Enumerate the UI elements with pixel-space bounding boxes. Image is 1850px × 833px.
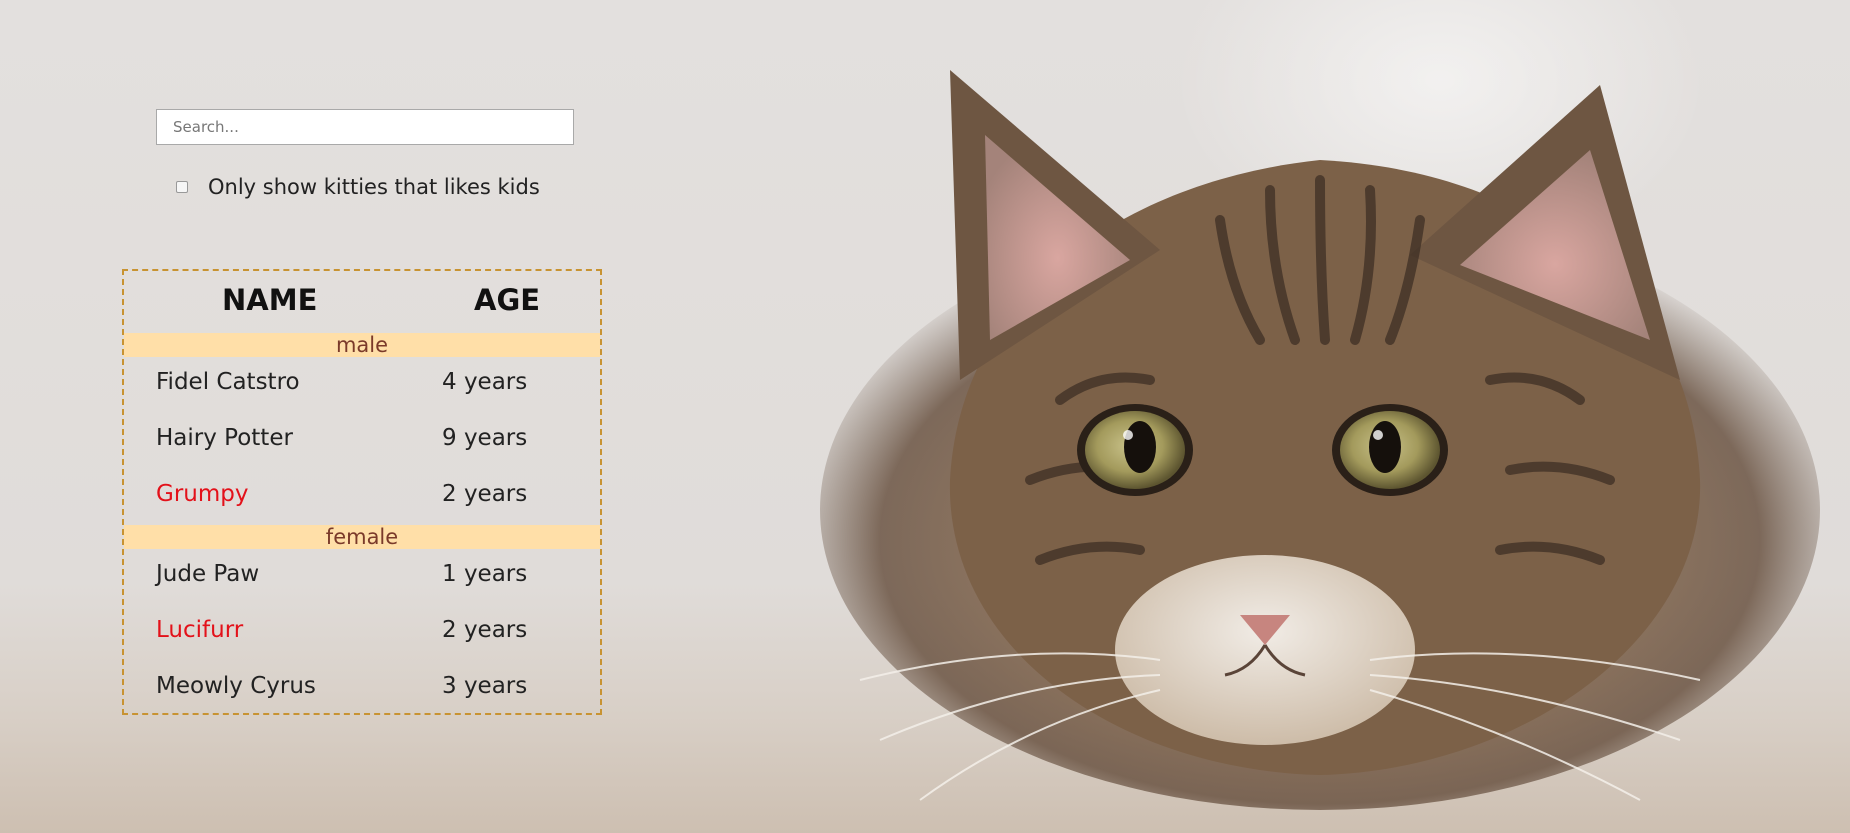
cat-photo-icon bbox=[820, 70, 1820, 810]
search-input[interactable] bbox=[156, 109, 574, 145]
group-header-male: male bbox=[124, 333, 600, 357]
row-name: Lucifurr bbox=[156, 617, 244, 643]
row-age: 4 years bbox=[442, 369, 528, 395]
row-age: 2 years bbox=[442, 617, 528, 643]
row-name: Fidel Catstro bbox=[156, 369, 300, 395]
row-name: Hairy Potter bbox=[156, 425, 293, 451]
row-name: Meowly Cyrus bbox=[156, 673, 316, 699]
kids-filter-label: Only show kitties that likes kids bbox=[208, 175, 540, 199]
column-header-name: NAME bbox=[222, 283, 318, 317]
row-name: Jude Paw bbox=[156, 561, 260, 587]
row-age: 1 years bbox=[442, 561, 528, 587]
row-name: Grumpy bbox=[156, 481, 249, 507]
kids-filter-checkbox[interactable] bbox=[176, 181, 188, 193]
kids-filter[interactable]: Only show kitties that likes kids bbox=[176, 172, 540, 202]
row-age: 9 years bbox=[442, 425, 528, 451]
group-header-female: female bbox=[124, 525, 600, 549]
kitties-table: NAME AGE male Fidel Catstro 4 years Hair… bbox=[122, 269, 602, 715]
row-age: 2 years bbox=[442, 481, 528, 507]
column-header-age: AGE bbox=[474, 283, 541, 317]
row-age: 3 years bbox=[442, 673, 528, 699]
